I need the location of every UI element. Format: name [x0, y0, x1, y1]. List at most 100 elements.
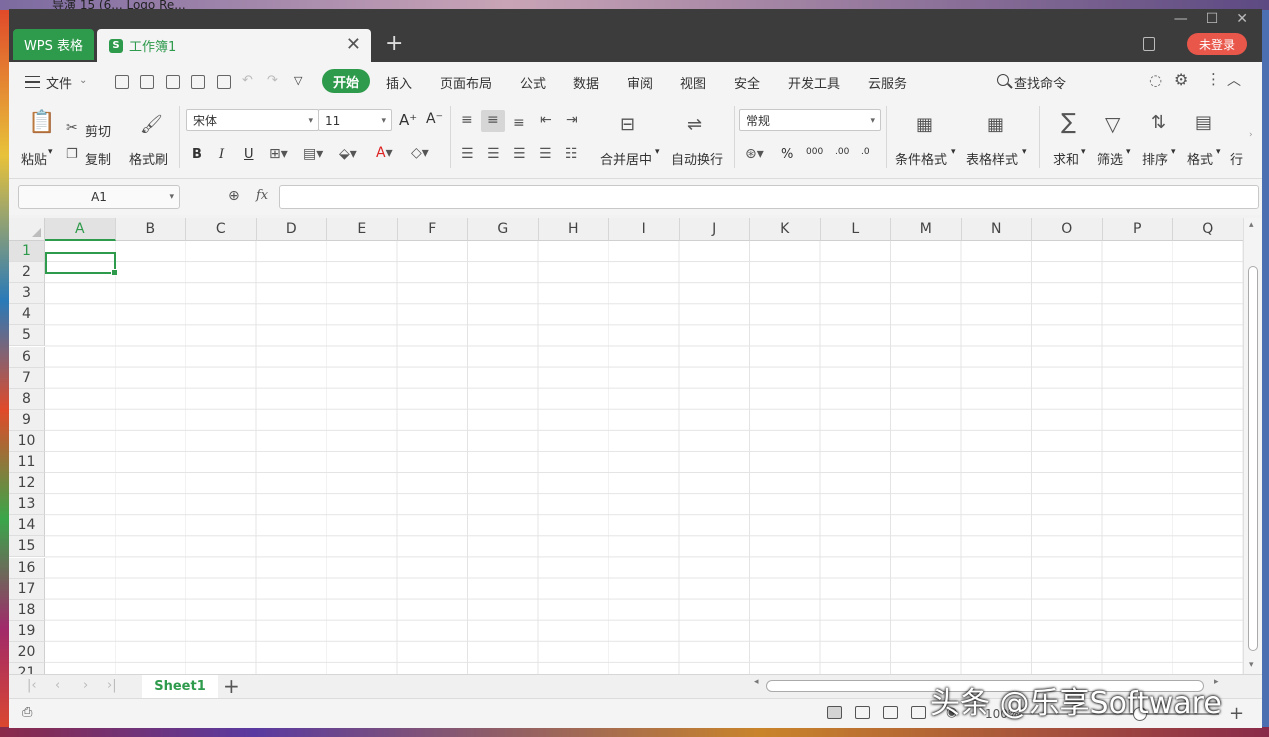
wrap-text-button[interactable]: 自动换行 — [671, 149, 723, 168]
save-icon[interactable] — [140, 75, 154, 89]
page-layout-view-icon[interactable] — [855, 706, 870, 719]
filter-dropdown-icon[interactable]: ▾ — [1126, 147, 1131, 157]
ribbon-scroll-right-icon[interactable]: › — [1249, 130, 1253, 140]
print-preview-icon[interactable] — [217, 75, 231, 89]
customize-toolbar-icon[interactable]: ▽ — [294, 74, 302, 87]
row-header-12[interactable]: 12 — [9, 473, 45, 495]
sum-button[interactable]: 求和 — [1053, 149, 1079, 168]
row-header-18[interactable]: 18 — [9, 599, 45, 621]
tab-insert[interactable]: 插入 — [386, 73, 412, 92]
align-center-icon[interactable]: ☰ — [487, 146, 500, 162]
file-menu[interactable]: 文件 — [46, 73, 72, 92]
status-macro-icon[interactable]: ⎙ — [22, 705, 32, 720]
number-format-select[interactable]: 常规 ▾ — [739, 109, 881, 131]
italic-button[interactable]: I — [219, 147, 224, 162]
sort-dropdown-icon[interactable]: ▾ — [1171, 147, 1176, 157]
column-header-e[interactable]: E — [327, 218, 398, 241]
column-header-m[interactable]: M — [891, 218, 962, 241]
name-box[interactable]: A1 ▾ — [18, 185, 180, 209]
increase-indent-icon[interactable]: ⇥ — [566, 112, 578, 128]
settings-gear-icon[interactable]: ⚙ — [1174, 70, 1188, 89]
row-header-5[interactable]: 5 — [9, 325, 45, 347]
column-header-h[interactable]: H — [538, 218, 609, 241]
tablet-mode-icon[interactable] — [1143, 37, 1155, 51]
tab-developer[interactable]: 开发工具 — [788, 73, 840, 92]
tab-data[interactable]: 数据 — [573, 73, 599, 92]
fill-color-icon[interactable]: ⬙▾ — [339, 146, 357, 162]
prev-sheet-icon[interactable]: ‹ — [55, 678, 60, 693]
row-header-21[interactable]: 21 — [9, 663, 45, 674]
tab-wps-home[interactable]: WPS 表格 — [13, 29, 94, 60]
borders-icon[interactable]: ⊞▾ — [269, 146, 288, 162]
search-commands[interactable]: 查找命令 — [1014, 73, 1066, 92]
bold-button[interactable]: B — [192, 147, 202, 162]
tab-cloud-services[interactable]: 云服务 — [868, 73, 907, 92]
font-color-icon[interactable]: A▾ — [376, 145, 393, 161]
row-header-1[interactable]: 1 — [9, 241, 45, 263]
first-sheet-icon[interactable]: |‹ — [27, 678, 37, 693]
page-break-view-icon[interactable] — [883, 706, 898, 719]
export-pdf-icon[interactable] — [166, 75, 180, 89]
merge-dropdown-icon[interactable]: ▾ — [655, 147, 660, 157]
tab-workbook[interactable]: S 工作簿1 ✕ — [97, 29, 371, 62]
format-button[interactable]: 格式 — [1187, 149, 1213, 168]
column-header-g[interactable]: G — [468, 218, 539, 241]
tab-start[interactable]: 开始 — [322, 69, 370, 93]
decrease-indent-icon[interactable]: ⇤ — [540, 112, 552, 128]
formula-input[interactable] — [279, 185, 1259, 209]
scroll-left-icon[interactable]: ◂ — [754, 677, 759, 687]
print-icon[interactable] — [191, 75, 205, 89]
tab-security[interactable]: 安全 — [734, 73, 760, 92]
more-options-icon[interactable]: ⋮ — [1206, 70, 1221, 88]
row-header-17[interactable]: 17 — [9, 578, 45, 600]
distributed-align-icon[interactable]: ☷ — [565, 146, 578, 162]
paste-button[interactable]: 粘贴 — [21, 149, 47, 168]
tab-page-layout[interactable]: 页面布局 — [440, 73, 492, 92]
window-close-button[interactable]: ✕ — [1236, 11, 1248, 27]
normal-view-icon[interactable] — [827, 706, 842, 719]
currency-icon[interactable]: ⊛▾ — [745, 146, 764, 162]
tab-review[interactable]: 审阅 — [627, 73, 653, 92]
column-header-p[interactable]: P — [1102, 218, 1173, 241]
column-header-d[interactable]: D — [256, 218, 327, 241]
increase-decimal-button[interactable]: .00 — [835, 147, 849, 157]
align-middle-icon[interactable]: ≡ — [487, 112, 499, 128]
reading-mode-icon[interactable] — [911, 706, 926, 719]
cell-style-icon[interactable]: ▤▾ — [303, 146, 323, 162]
row-header-7[interactable]: 7 — [9, 367, 45, 389]
merge-center-button[interactable]: 合并居中 — [600, 149, 652, 168]
row-header-11[interactable]: 11 — [9, 452, 45, 474]
table-style-button[interactable]: 表格样式 — [966, 149, 1018, 168]
last-sheet-icon[interactable]: ›| — [107, 678, 117, 693]
fx-icon[interactable]: fx — [256, 188, 268, 203]
column-header-b[interactable]: B — [115, 218, 186, 241]
minimize-button[interactable]: — — [1174, 11, 1188, 27]
increase-font-icon[interactable]: A⁺ — [399, 111, 417, 129]
column-header-q[interactable]: Q — [1173, 218, 1244, 241]
row-header-16[interactable]: 16 — [9, 557, 45, 579]
file-menu-chevron-icon[interactable]: ⌄ — [79, 75, 87, 86]
tab-formulas[interactable]: 公式 — [520, 73, 546, 92]
cond-format-dropdown-icon[interactable]: ▾ — [951, 147, 956, 157]
align-top-icon[interactable]: ≡ — [461, 112, 473, 128]
row-header-15[interactable]: 15 — [9, 536, 45, 558]
zoom-search-icon[interactable]: ⊕ — [228, 188, 240, 204]
font-size-select[interactable]: 11 ▾ — [318, 109, 392, 131]
copy-button[interactable]: 复制 — [85, 149, 111, 168]
rows-cols-button[interactable]: 行 — [1230, 149, 1243, 168]
column-header-c[interactable]: C — [186, 218, 257, 241]
format-painter-button[interactable]: 格式刷 — [129, 149, 168, 168]
zoom-in-icon[interactable]: + — [1229, 703, 1244, 724]
select-all-corner[interactable] — [9, 218, 45, 241]
next-sheet-icon[interactable]: › — [83, 678, 88, 693]
feedback-icon[interactable]: ◌ — [1149, 71, 1162, 89]
sum-dropdown-icon[interactable]: ▾ — [1081, 147, 1086, 157]
row-header-3[interactable]: 3 — [9, 283, 45, 305]
align-bottom-icon[interactable]: ≡ — [513, 115, 525, 131]
paste-icon[interactable]: 📋 — [28, 110, 55, 135]
maximize-button[interactable]: ☐ — [1206, 11, 1219, 27]
column-header-j[interactable]: J — [679, 218, 750, 241]
active-cell-a1[interactable] — [45, 252, 118, 276]
sort-button[interactable]: 排序 — [1142, 149, 1168, 168]
open-icon[interactable] — [115, 75, 129, 89]
